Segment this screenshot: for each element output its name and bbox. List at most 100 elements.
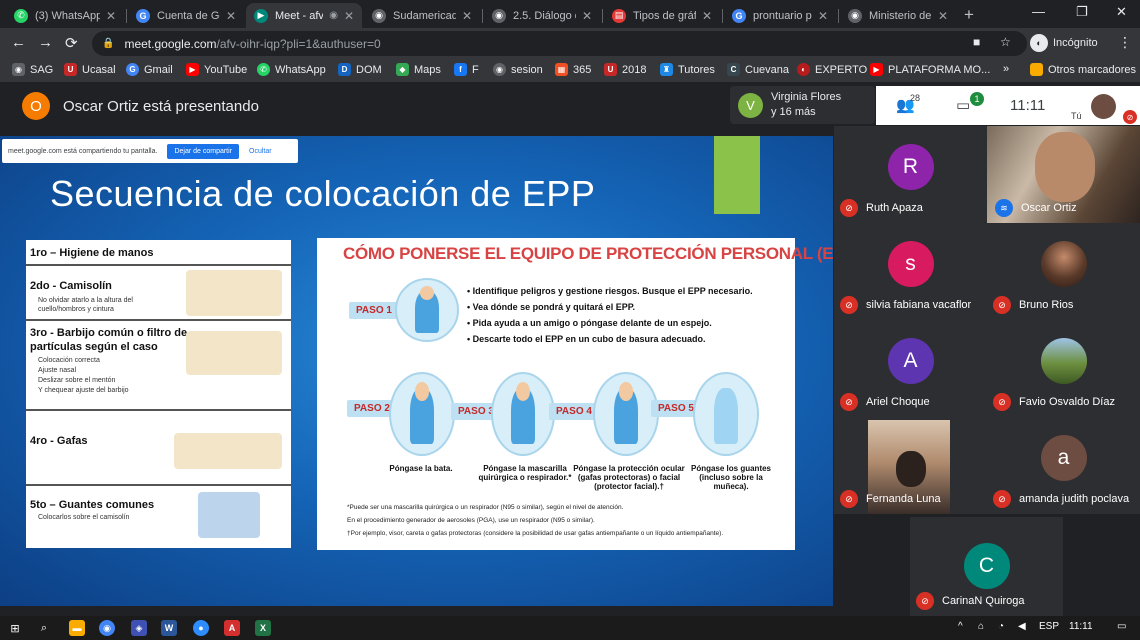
system-clock[interactable]: 11:11 <box>1069 621 1093 632</box>
windows-start-icon[interactable]: ⊞ <box>6 619 24 637</box>
tab-title: Sudamericadat <box>393 9 456 22</box>
bookmark-maps[interactable]: ◆ Maps <box>396 63 441 76</box>
close-icon[interactable]: ✕ <box>106 9 116 23</box>
forward-button[interactable]: → <box>38 34 53 51</box>
input-language[interactable]: ESP <box>1039 621 1059 632</box>
bookmark-365[interactable]: ▦ 365 <box>555 63 591 76</box>
self-avatar[interactable] <box>1091 94 1116 119</box>
bookmark-label: Ucasal <box>82 63 116 76</box>
bookmark-plataforma[interactable]: ▶ PLATAFORMA MO... <box>870 63 990 76</box>
step-5-illustration <box>693 372 759 456</box>
acrobat-icon[interactable]: A <box>224 620 240 636</box>
step-row: 4ro - Gafas <box>26 411 291 486</box>
volume-icon[interactable]: ◀ <box>1018 621 1026 632</box>
tutores-icon: ♜ <box>660 63 673 76</box>
participant-tile[interactable]: ⊘ Fernanda Luna <box>834 417 987 514</box>
other-bookmarks[interactable]: Otros marcadores <box>1030 63 1136 76</box>
participant-tile[interactable]: A ⊘ Ariel Choque <box>834 320 987 417</box>
pinned-participant[interactable]: V Virginia Flores y 16 más <box>730 86 875 124</box>
bookmark-tutores[interactable]: ♜ Tutores <box>660 63 715 76</box>
bookmark-experto[interactable]: ◐ EXPERTO <box>797 63 867 76</box>
excel-icon[interactable]: X <box>255 620 271 636</box>
tab-sudamericadata[interactable]: ◉ Sudamericadat ✕ <box>364 3 480 28</box>
window-close-button[interactable]: ✕ <box>1116 4 1127 20</box>
bookmark-cuevana[interactable]: C Cuevana <box>727 63 789 76</box>
bookmark-dom[interactable]: D DOM <box>338 63 382 76</box>
more-bookmarks-button[interactable]: » <box>1003 63 1009 75</box>
reload-button[interactable]: ⟳ <box>65 34 78 52</box>
browser-menu-icon[interactable]: ⋮ <box>1118 34 1132 51</box>
step-row: 3ro - Barbijo común o filtro de partícul… <box>26 321 291 411</box>
dom-icon: D <box>338 63 351 76</box>
mic-off-icon: ⊘ <box>916 592 934 610</box>
address-bar[interactable]: 🔒 meet.google.com /afv-oihr-iqp?pli=1&au… <box>92 31 1027 56</box>
stop-sharing-button[interactable]: Dejar de compartir <box>167 143 240 159</box>
close-icon[interactable]: ✕ <box>702 9 712 23</box>
zoom-icon[interactable]: ● <box>193 620 209 636</box>
maximize-button[interactable]: ❐ <box>1076 4 1088 20</box>
participant-tile[interactable]: a ⊘ amanda judith poclava <box>987 417 1140 514</box>
screen: ✆ (3) WhatsApp ✕ G Cuenta de Goo ✕ ▶ Mee… <box>0 0 1140 640</box>
tab-tipos-graficos[interactable]: ▤ Tipos de gráfic ✕ <box>604 3 720 28</box>
pinned-name: Virginia Flores <box>771 91 842 103</box>
footnote: †Por ejemplo, visor, careta o gafas prot… <box>347 530 724 537</box>
speaking-icon: ≋ <box>995 199 1013 217</box>
incognito-indicator[interactable]: ◐ Incógnito <box>1030 33 1098 53</box>
bookmark-label: Gmail <box>144 63 173 76</box>
chevron-up-icon[interactable]: ^ <box>958 621 963 632</box>
participant-tile[interactable]: ⊘ Bruno Rios <box>987 223 1140 320</box>
step-heading: 5to – Guantes comunes <box>30 499 155 511</box>
notifications-icon[interactable]: ▭ <box>1117 621 1126 632</box>
bookmark-facebook[interactable]: fF <box>454 63 479 76</box>
close-icon[interactable]: ✕ <box>226 9 236 23</box>
tab-google-account[interactable]: G Cuenta de Goo ✕ <box>128 3 244 28</box>
tab-strip: ✆ (3) WhatsApp ✕ G Cuenta de Goo ✕ ▶ Mee… <box>0 0 1140 28</box>
bookmark-ucasal[interactable]: U Ucasal <box>64 63 116 76</box>
hide-banner-button[interactable]: Ocultar <box>249 148 272 155</box>
tab-ministerio[interactable]: ◉ Ministerio de ✕ <box>840 3 956 28</box>
tab-meet[interactable]: ▶ Meet - afv ◉ ✕ <box>246 3 362 28</box>
star-icon[interactable]: ☆ <box>1000 35 1011 49</box>
participant-tile[interactable]: Oscar Ortiz ≋ <box>987 126 1140 223</box>
search-icon[interactable]: ⌕ <box>35 619 53 637</box>
bookmark-label: YouTube <box>204 63 248 76</box>
infographic-title: CÓMO PONERSE EL EQUIPO DE PROTECCIÓN PER… <box>343 244 833 263</box>
camera-icon[interactable]: ■ <box>973 35 980 49</box>
participant-tile[interactable]: s ⊘ silvia fabiana vacaflor <box>834 223 987 320</box>
close-icon[interactable]: ✕ <box>462 9 472 23</box>
participant-tile[interactable]: C ⊘ CarinaN Quiroga <box>910 517 1063 616</box>
close-icon[interactable]: ✕ <box>818 9 828 23</box>
participant-tile[interactable]: ⊘ Favio Osvaldo Díaz <box>987 320 1140 417</box>
bookmark-youtube[interactable]: ▶ YouTube <box>186 63 247 76</box>
instruction-line: • Descarte todo el EPP en un cubo de bas… <box>467 334 706 344</box>
network-icon[interactable]: ⌂ <box>978 621 984 632</box>
participant-tile[interactable]: R ⊘ Ruth Apaza <box>834 126 987 223</box>
step-label-1: PASO 1 <box>349 302 399 319</box>
self-label: Tú <box>1071 111 1082 121</box>
face-video <box>896 451 926 487</box>
tab-prontuario[interactable]: G prontuario po ✕ <box>724 3 836 28</box>
chrome-icon[interactable]: ◉ <box>99 620 115 636</box>
file-explorer-icon[interactable]: ▬ <box>69 620 85 636</box>
globe-icon: ◉ <box>12 63 25 76</box>
back-button[interactable]: ← <box>11 34 26 51</box>
bookmark-2018[interactable]: U 2018 <box>604 63 646 76</box>
google-icon: G <box>732 8 746 23</box>
tab-dialogo[interactable]: ◉ 2.5. Diálogo de ✕ <box>484 3 600 28</box>
wifi-icon[interactable]: ◔ <box>998 621 1004 632</box>
mic-off-icon: ⊘ <box>1123 110 1137 124</box>
bookmark-sesion[interactable]: ◉ sesion <box>493 63 543 76</box>
app-icon[interactable]: ◈ <box>131 620 147 636</box>
new-tab-button[interactable]: + <box>964 5 974 25</box>
close-icon[interactable]: ✕ <box>582 9 592 23</box>
word-icon[interactable]: W <box>161 620 177 636</box>
chat-icon[interactable]: ▭ <box>956 96 970 114</box>
bookmark-whatsapp[interactable]: ✆ WhatsApp <box>257 63 326 76</box>
tab-whatsapp[interactable]: ✆ (3) WhatsApp ✕ <box>6 3 124 28</box>
close-icon[interactable]: ✕ <box>938 9 948 23</box>
bookmark-sag[interactable]: ◉ SAG <box>12 63 53 76</box>
bookmark-gmail[interactable]: G Gmail <box>126 63 173 76</box>
minimize-button[interactable]: — <box>1032 4 1045 19</box>
close-icon[interactable]: ✕ <box>344 9 354 23</box>
participant-name: Fernanda Luna <box>866 493 941 505</box>
